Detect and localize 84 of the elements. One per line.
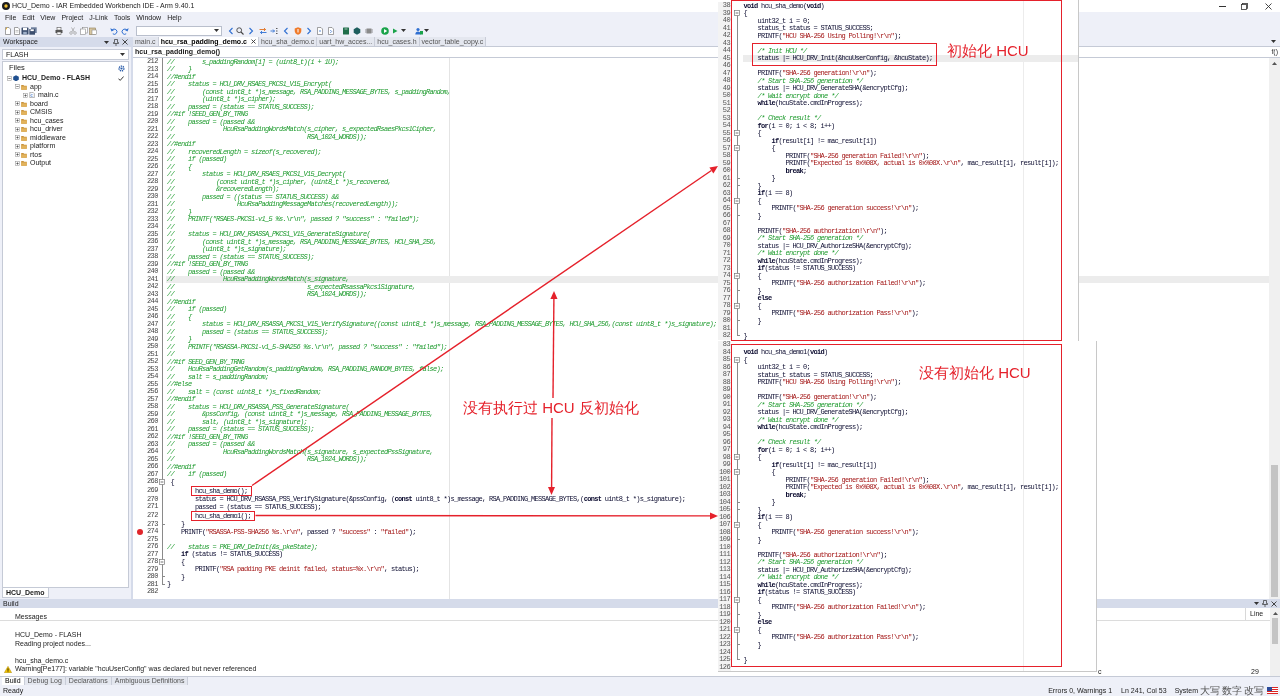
caret-icon[interactable] — [120, 53, 125, 56]
scroll-thumb[interactable] — [1272, 618, 1278, 644]
expand-icon[interactable] — [15, 143, 20, 149]
chevron-right-icon[interactable] — [305, 26, 313, 35]
caret-icon[interactable] — [401, 29, 406, 32]
redo-icon[interactable] — [121, 26, 129, 35]
collapse-icon[interactable] — [15, 84, 20, 90]
status-indicator: 大写 — [1200, 685, 1220, 696]
chevron-left-icon[interactable] — [282, 26, 290, 35]
folder-icon — [21, 83, 27, 90]
expand-icon[interactable] — [15, 118, 20, 124]
hexagon-icon[interactable] — [353, 26, 361, 35]
paste-icon[interactable] — [89, 26, 97, 35]
caret-icon[interactable] — [1271, 40, 1276, 43]
expand-icon[interactable] — [15, 160, 20, 166]
collapse-icon[interactable] — [734, 145, 740, 152]
annotation-text: 没有初始化 HCU — [919, 364, 1031, 381]
pin-icon[interactable] — [113, 38, 119, 46]
breakpoint-icon[interactable] — [136, 528, 143, 535]
document-icon[interactable] — [316, 26, 324, 35]
scrollbar[interactable] — [1269, 58, 1280, 599]
search-icon[interactable] — [236, 26, 244, 35]
collapse-icon[interactable] — [734, 521, 740, 528]
status-indicator: 改写 — [1244, 685, 1264, 696]
collapse-icon[interactable] — [734, 10, 740, 17]
expand-icon[interactable] — [15, 109, 20, 115]
book-icon[interactable] — [342, 26, 350, 35]
swap-arrows-icon[interactable] — [259, 26, 267, 35]
expand-icon[interactable] — [15, 101, 20, 107]
copy-icon[interactable] — [80, 26, 88, 35]
folder-icon — [21, 160, 27, 167]
collapse-icon[interactable] — [734, 454, 740, 461]
indent-icon[interactable] — [270, 26, 278, 35]
scrollbar[interactable] — [1270, 608, 1280, 676]
collapse-icon[interactable] — [734, 272, 740, 279]
collapse-icon[interactable] — [734, 302, 740, 309]
scroll-thumb[interactable] — [1271, 465, 1278, 597]
settings-icon[interactable] — [118, 64, 125, 72]
caret-icon[interactable] — [214, 29, 219, 32]
collapse-icon[interactable] — [734, 469, 740, 476]
c-file-icon — [29, 92, 35, 99]
collapse-icon[interactable] — [734, 197, 740, 204]
caret-up-icon[interactable] — [1272, 62, 1277, 65]
warning-icon — [4, 665, 12, 673]
expand-icon[interactable] — [23, 92, 28, 98]
chevron-right-icon[interactable] — [247, 26, 255, 35]
pin-icon[interactable] — [1262, 600, 1268, 607]
chevron-left-icon[interactable] — [227, 26, 235, 35]
collapse-icon[interactable] — [159, 478, 165, 485]
save-all-icon[interactable] — [29, 26, 37, 35]
collapse-icon[interactable] — [734, 130, 740, 137]
people-icon[interactable] — [415, 26, 423, 35]
close-icon[interactable] — [1265, 2, 1272, 10]
new-file-icon[interactable] — [4, 26, 12, 35]
close-icon[interactable] — [1271, 600, 1277, 607]
save-icon[interactable] — [21, 26, 29, 35]
shield-icon[interactable] — [294, 26, 302, 35]
collapse-icon[interactable] — [734, 356, 740, 363]
caret-icon[interactable] — [104, 40, 109, 44]
restore-icon[interactable] — [1241, 2, 1248, 10]
expand-icon[interactable] — [15, 135, 20, 141]
expand-icon[interactable] — [15, 152, 20, 158]
folder-icon — [21, 100, 27, 107]
close-icon[interactable] — [122, 39, 128, 45]
app-logo-icon — [2, 2, 10, 10]
collapse-icon[interactable] — [734, 596, 740, 603]
close-icon[interactable] — [251, 39, 256, 44]
collapse-icon[interactable] — [734, 626, 740, 633]
project-icon — [13, 75, 19, 82]
status-indicator: 数字 — [1222, 685, 1242, 696]
flag-icon — [1267, 687, 1278, 694]
chip-icon[interactable] — [365, 26, 373, 35]
undo-icon[interactable] — [110, 26, 118, 35]
run-icon[interactable] — [381, 26, 389, 35]
caret-up-icon[interactable] — [1272, 612, 1278, 615]
caret-icon[interactable] — [1254, 602, 1259, 605]
print-icon[interactable] — [55, 26, 63, 35]
minimize-icon[interactable] — [1219, 5, 1226, 7]
expand-icon[interactable] — [15, 126, 20, 132]
annotation-text: 初始化 HCU — [947, 42, 1029, 59]
document-icon[interactable] — [327, 26, 335, 35]
collapse-icon[interactable] — [7, 75, 12, 81]
caret-icon[interactable] — [424, 29, 429, 32]
collapse-icon[interactable] — [159, 558, 165, 565]
